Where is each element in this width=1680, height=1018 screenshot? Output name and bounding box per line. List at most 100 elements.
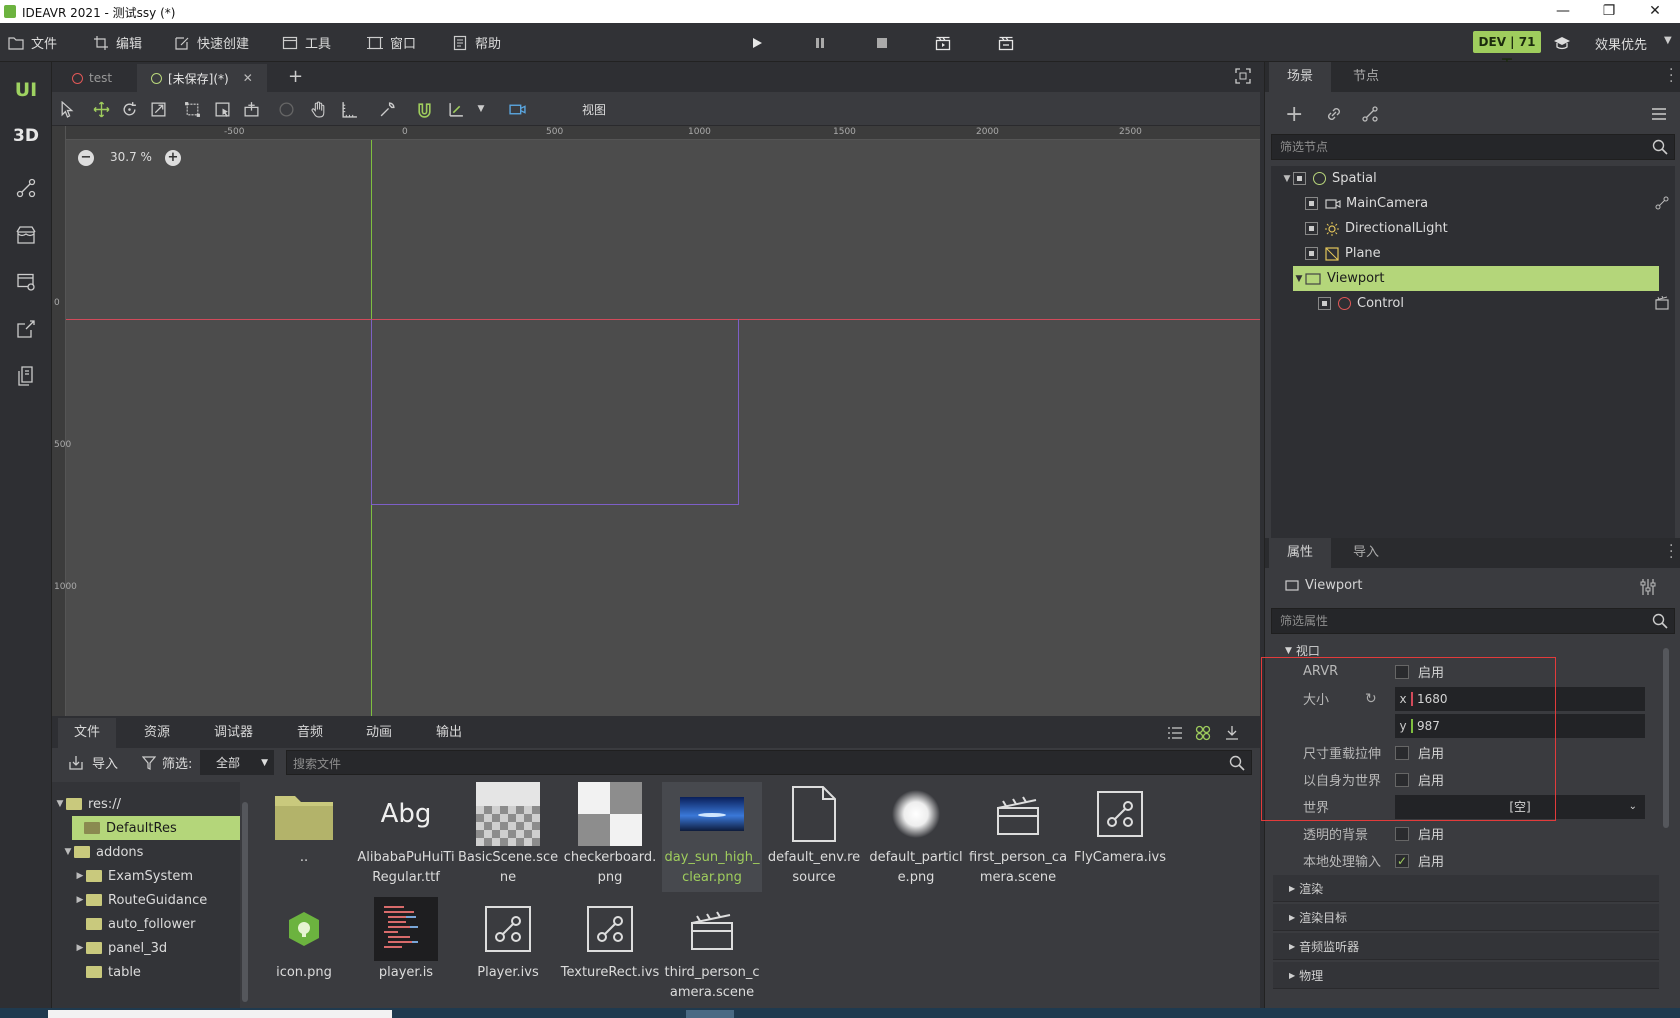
file-search-input[interactable]: 搜索文件 (286, 750, 1252, 775)
menu-edit[interactable]: 编辑 (93, 23, 142, 62)
play-custom-scene-button[interactable] (995, 32, 1017, 54)
close-window-button[interactable]: ✕ (1632, 0, 1678, 23)
ui-mode-button[interactable]: UI (0, 70, 52, 110)
section-viewport-header[interactable]: ▼ 视口 (1285, 642, 1320, 659)
menu-tools[interactable]: 工具 (282, 23, 331, 62)
document-mode-button[interactable] (0, 356, 52, 396)
3d-mode-button[interactable]: 3D (0, 116, 52, 156)
hamburger-menu-icon[interactable] (1651, 107, 1667, 121)
section-physics[interactable]: ▶ 物理 (1273, 962, 1659, 989)
expand-arrow-icon[interactable]: ▶ (74, 943, 86, 953)
render-quality-select[interactable]: 效果优先 (1595, 34, 1647, 53)
menu-window[interactable]: 窗口 (367, 23, 416, 62)
file-item-player-is[interactable]: player.is (356, 897, 456, 983)
expand-arrow-icon[interactable]: ▼ (1281, 174, 1293, 184)
revert-icon[interactable]: ↻ (1365, 691, 1395, 707)
instanced-scene-icon[interactable] (1655, 295, 1669, 310)
zoom-in-button[interactable]: + (165, 150, 181, 166)
close-tab-icon[interactable]: ✕ (243, 71, 253, 85)
size-y-input[interactable]: y 987 (1395, 713, 1645, 738)
tab-file[interactable]: 文件 (58, 718, 117, 748)
transparent-bg-checkbox[interactable] (1395, 826, 1409, 841)
export-button[interactable] (0, 309, 52, 349)
tab-properties[interactable]: 属性 (1269, 538, 1332, 568)
file-item-third-person[interactable]: third_person_c amera.scene (662, 897, 762, 1003)
arvr-checkbox[interactable] (1395, 664, 1409, 679)
file-item-icon[interactable]: icon.png (254, 897, 354, 983)
grid-view-icon[interactable] (1195, 725, 1211, 741)
ruler-tool[interactable] (338, 98, 360, 120)
list-view-icon[interactable] (1167, 725, 1183, 741)
node-maincamera[interactable]: MainCamera (1305, 191, 1428, 216)
visibility-toggle[interactable] (1318, 297, 1331, 310)
file-item-first-person[interactable]: first_person_ca mera.scene (968, 782, 1068, 888)
scale-tool[interactable] (147, 98, 169, 120)
asset-store-button[interactable] (0, 215, 52, 255)
file-item-flycamera[interactable]: FlyCamera.ivs (1070, 782, 1170, 868)
file-item-day-sun[interactable]: day_sun_high_ clear.png (662, 782, 762, 892)
menu-help[interactable]: 帮助 (452, 23, 501, 62)
add-tab-icon[interactable]: + (288, 66, 303, 87)
tree-item-routeguidance[interactable]: ▶ RouteGuidance (74, 888, 208, 912)
expand-arrow-icon[interactable]: ▼ (54, 799, 66, 809)
expand-arrow-icon[interactable]: ▶ (74, 895, 86, 905)
pause-button[interactable] (809, 32, 831, 54)
script-node-icon[interactable] (1361, 105, 1379, 123)
node-control[interactable]: Control (1318, 291, 1404, 316)
maximize-button[interactable]: ❐ (1586, 0, 1632, 23)
expand-arrow-icon[interactable]: ▶ (74, 871, 86, 881)
tab-node[interactable]: 节点 (1335, 62, 1397, 92)
chevron-down-icon[interactable]: ▼ (1664, 35, 1672, 46)
tree-item-panel-3d[interactable]: ▶ panel_3d (74, 936, 168, 960)
select-tool[interactable] (56, 98, 78, 120)
grid-snap-tool[interactable] (445, 98, 467, 120)
tab-animation[interactable]: 动画 (350, 718, 408, 748)
tree-item-defaultres[interactable]: DefaultRes (72, 816, 240, 840)
doc-tab-test[interactable]: test (58, 64, 126, 92)
pan-tool[interactable] (307, 98, 329, 120)
handle-input-checkbox[interactable]: ✓ (1395, 853, 1409, 868)
settings-mode-button[interactable] (0, 262, 52, 302)
node-plane[interactable]: Plane (1305, 241, 1381, 266)
camera-preview-tool[interactable] (506, 98, 528, 120)
file-item-player-ivs[interactable]: Player.ivs (458, 897, 558, 983)
play-scene-button[interactable] (932, 32, 954, 54)
dock-menu-icon[interactable]: · · · (1669, 539, 1673, 565)
doc-tab-unsaved[interactable]: [未保存](*) ✕ (137, 64, 267, 92)
section-render[interactable]: ▶ 渲染 (1273, 875, 1659, 902)
taskbar-search-box[interactable] (48, 1010, 392, 1018)
anchor-tool[interactable] (275, 98, 297, 120)
file-item-default-particle[interactable]: default_particl e.png (866, 782, 966, 888)
move-tool[interactable] (90, 98, 112, 120)
tab-resource[interactable]: 资源 (128, 718, 186, 748)
file-item-parent[interactable]: .. (254, 782, 354, 868)
size-x-input[interactable]: x 1680 (1395, 686, 1645, 711)
node-directionallight[interactable]: DirectionalLight (1305, 216, 1448, 241)
add-node-icon[interactable]: + (1285, 104, 1303, 126)
play-button[interactable] (746, 32, 768, 54)
file-item-font[interactable]: Abg AlibabaPuHuiTi Regular.ttf (356, 782, 456, 888)
tree-item-addons[interactable]: ▼ addons (62, 840, 144, 864)
import-button[interactable]: 导入 (68, 753, 118, 772)
file-item-checkerboard[interactable]: checkerboard. png (560, 782, 660, 888)
expand-arrow-icon[interactable]: ▼ (1293, 274, 1305, 284)
rect-select-tool[interactable] (181, 98, 203, 120)
list-select-tool[interactable] (211, 98, 233, 120)
node-filter-input[interactable]: 筛选节点 (1271, 134, 1675, 160)
minimize-button[interactable]: — (1540, 0, 1586, 23)
tree-item-table[interactable]: table (74, 960, 141, 984)
file-item-texturerect[interactable]: TextureRect.ivs (560, 897, 660, 983)
tab-import[interactable]: 导入 (1335, 538, 1397, 568)
inspector-scrollbar[interactable] (1663, 648, 1669, 828)
canvas-viewport[interactable]: -500 0 500 1000 1500 2000 2500 0 500 100… (52, 126, 1260, 716)
world-resource-select[interactable]: [空] ⌄ (1395, 794, 1645, 819)
visibility-toggle[interactable] (1293, 172, 1306, 185)
visibility-toggle[interactable] (1305, 247, 1318, 260)
tab-debugger[interactable]: 调试器 (198, 718, 269, 748)
taskbar-app-button[interactable] (686, 1010, 734, 1018)
tab-audio[interactable]: 音频 (281, 718, 339, 748)
tab-output[interactable]: 输出 (420, 718, 478, 748)
download-icon[interactable] (1224, 725, 1240, 741)
own-world-checkbox[interactable] (1395, 772, 1409, 787)
expand-arrow-icon[interactable]: ▼ (62, 847, 74, 857)
